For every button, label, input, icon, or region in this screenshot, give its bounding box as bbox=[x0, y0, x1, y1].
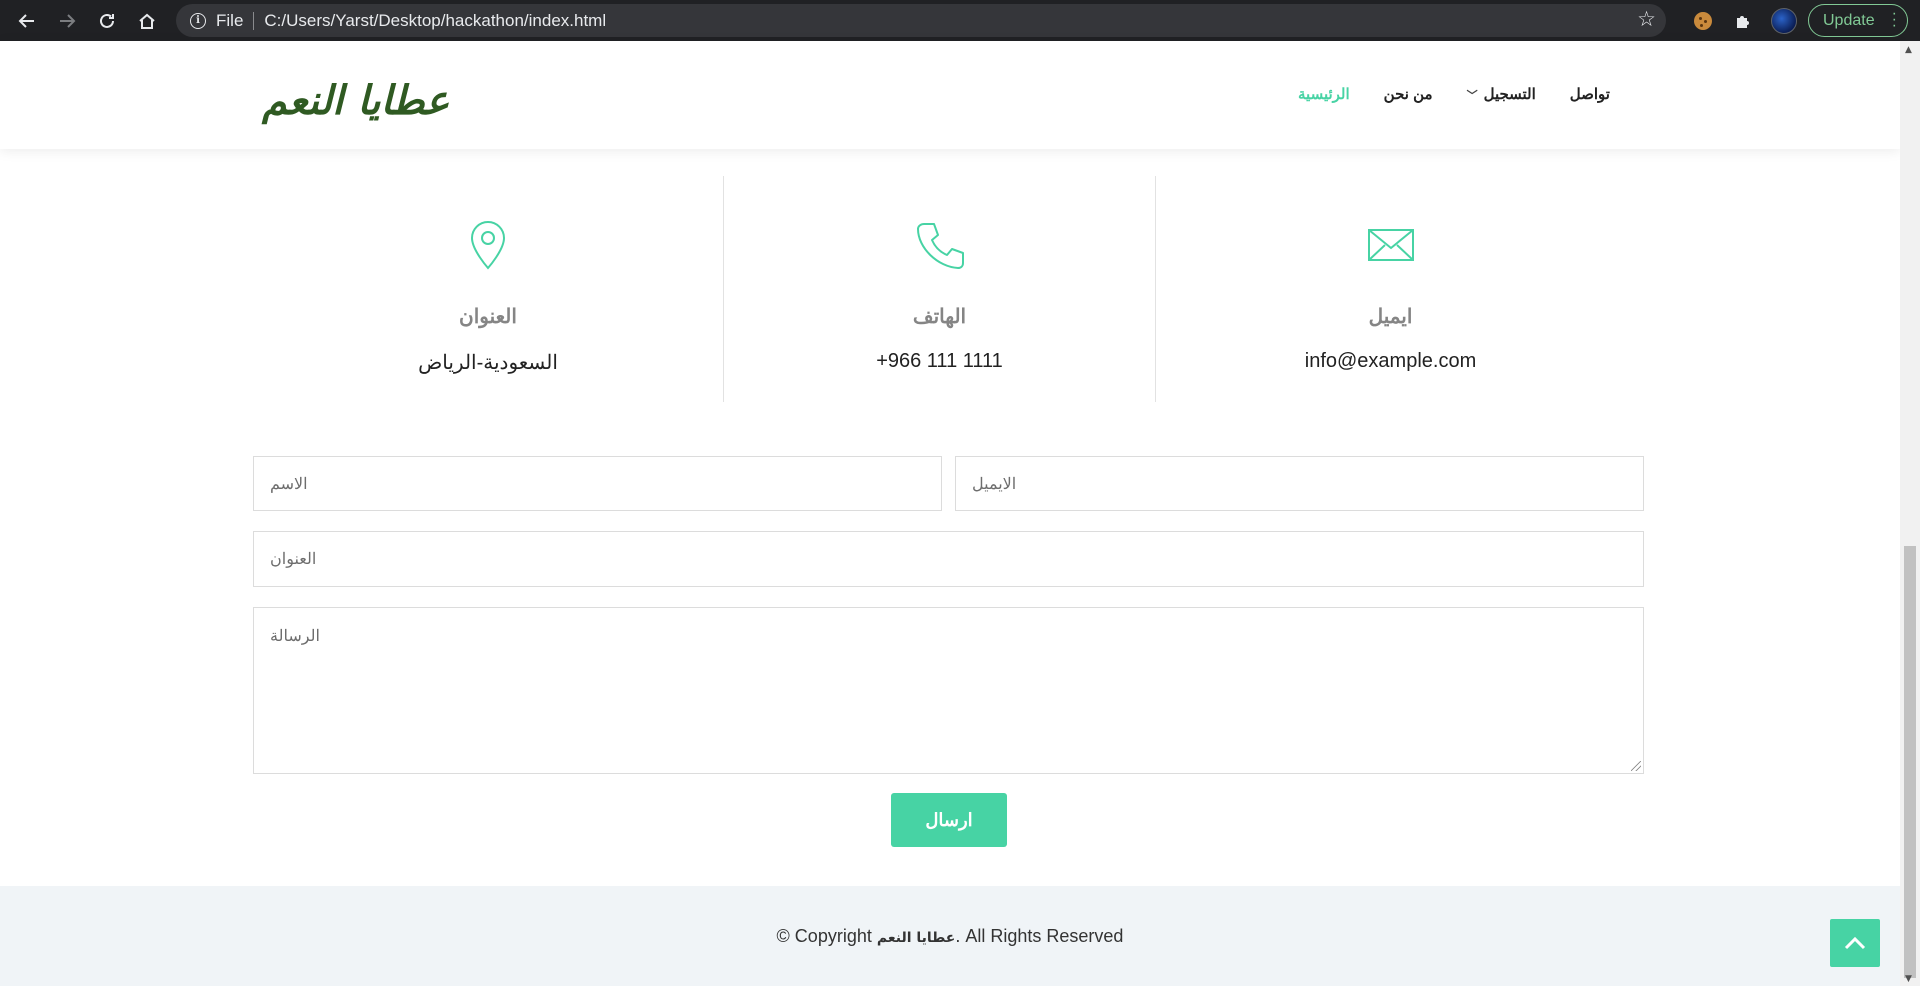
arrow-right-icon bbox=[60, 13, 76, 28]
address-bar[interactable]: i File C:/Users/Yarst/Desktop/hackathon/… bbox=[176, 4, 1666, 37]
nav-item-contact[interactable]: تواصل bbox=[1570, 85, 1610, 103]
site-header: عطايا النعم الرئيسية من نحن التسجيل ﹀ توا… bbox=[0, 41, 1900, 149]
page-scrollbar[interactable]: ▲ ▼ bbox=[1900, 41, 1920, 986]
name-input[interactable]: الاسم bbox=[253, 456, 942, 511]
arrow-left-icon bbox=[18, 13, 34, 28]
scroll-up-arrow-icon[interactable]: ▲ bbox=[1905, 45, 1912, 55]
message-textarea[interactable]: الرسالة bbox=[253, 607, 1644, 774]
file-scheme-label: File bbox=[216, 10, 244, 30]
url-text[interactable]: C:/Users/Yarst/Desktop/hackathon/index.h… bbox=[264, 11, 606, 31]
home-button[interactable] bbox=[127, 0, 167, 41]
email-title: ايميل bbox=[1368, 306, 1413, 328]
email-input[interactable]: الايميل bbox=[955, 456, 1644, 511]
subject-placeholder: العنوان bbox=[270, 551, 317, 568]
site-logo[interactable]: عطايا النعم bbox=[262, 77, 449, 124]
email-info-box: ايميل info@example.com bbox=[1155, 176, 1625, 402]
back-to-top-button[interactable] bbox=[1830, 919, 1880, 967]
scroll-down-arrow-icon[interactable]: ▼ bbox=[1905, 974, 1912, 984]
subject-input[interactable]: العنوان bbox=[253, 531, 1644, 587]
name-placeholder: الاسم bbox=[270, 475, 308, 493]
resize-handle[interactable] bbox=[1631, 761, 1641, 771]
home-icon bbox=[139, 13, 155, 29]
envelope-icon bbox=[1367, 229, 1414, 261]
divider bbox=[253, 11, 255, 30]
bookmark-star-icon[interactable]: ☆ bbox=[1637, 7, 1656, 31]
nav-item-home[interactable]: الرئيسية bbox=[1298, 85, 1350, 103]
contact-info-row: العنوان السعودية-الرياض الهاتف +966 111 … bbox=[253, 176, 1625, 402]
address-info-box: العنوان السعودية-الرياض bbox=[253, 176, 723, 402]
phone-title: الهاتف bbox=[912, 306, 967, 328]
chevron-down-icon: ﹀ bbox=[1466, 90, 1478, 102]
info-icon[interactable]: i bbox=[190, 12, 206, 29]
copyright-text: © Copyright عطايا النعم. All Rights Rese… bbox=[0, 926, 1900, 947]
phone-info-box: الهاتف +966 111 1111 bbox=[723, 176, 1155, 402]
address-value: السعودية-الرياض bbox=[418, 352, 558, 374]
update-button[interactable]: Update · · · bbox=[1808, 4, 1908, 37]
phone-value: +966 111 1111 bbox=[876, 350, 1003, 372]
main-nav: الرئيسية من نحن التسجيل ﹀ تواصل bbox=[1298, 85, 1610, 103]
reload-icon bbox=[100, 13, 114, 28]
browser-toolbar: i File C:/Users/Yarst/Desktop/hackathon/… bbox=[0, 0, 1920, 41]
back-button[interactable] bbox=[7, 0, 47, 41]
copyright-brand: عطايا النعم bbox=[876, 930, 956, 946]
copyright-prefix: © Copyright bbox=[776, 926, 877, 946]
email-placeholder: الايميل bbox=[972, 475, 1017, 493]
message-placeholder: الرسالة bbox=[270, 628, 320, 645]
forward-button[interactable] bbox=[47, 0, 87, 41]
more-menu-icon[interactable]: · · · bbox=[1892, 6, 1897, 34]
web-page: عطايا النعم الرئيسية من نحن التسجيل ﹀ توا… bbox=[0, 41, 1900, 986]
chevron-up-icon bbox=[1844, 936, 1866, 950]
phone-icon bbox=[916, 223, 964, 269]
email-value: info@example.com bbox=[1304, 350, 1477, 372]
nav-item-register-label: التسجيل bbox=[1483, 86, 1536, 103]
nav-item-register[interactable]: التسجيل ﹀ bbox=[1467, 85, 1536, 103]
profile-avatar[interactable] bbox=[1771, 8, 1797, 34]
update-label: Update bbox=[1823, 11, 1875, 29]
scrollbar-thumb[interactable] bbox=[1904, 546, 1916, 978]
address-title: العنوان bbox=[459, 306, 517, 328]
nav-item-about[interactable]: من نحن bbox=[1384, 85, 1433, 103]
reload-button[interactable] bbox=[87, 0, 127, 41]
send-button[interactable]: ارسال bbox=[891, 793, 1007, 847]
location-pin-icon bbox=[470, 221, 506, 270]
copyright-suffix: . All Rights Reserved bbox=[955, 926, 1124, 946]
site-footer: © Copyright عطايا النعم. All Rights Rese… bbox=[0, 886, 1900, 986]
extensions-puzzle-icon[interactable] bbox=[1730, 8, 1756, 34]
cookie-extension-icon[interactable] bbox=[1690, 8, 1716, 34]
